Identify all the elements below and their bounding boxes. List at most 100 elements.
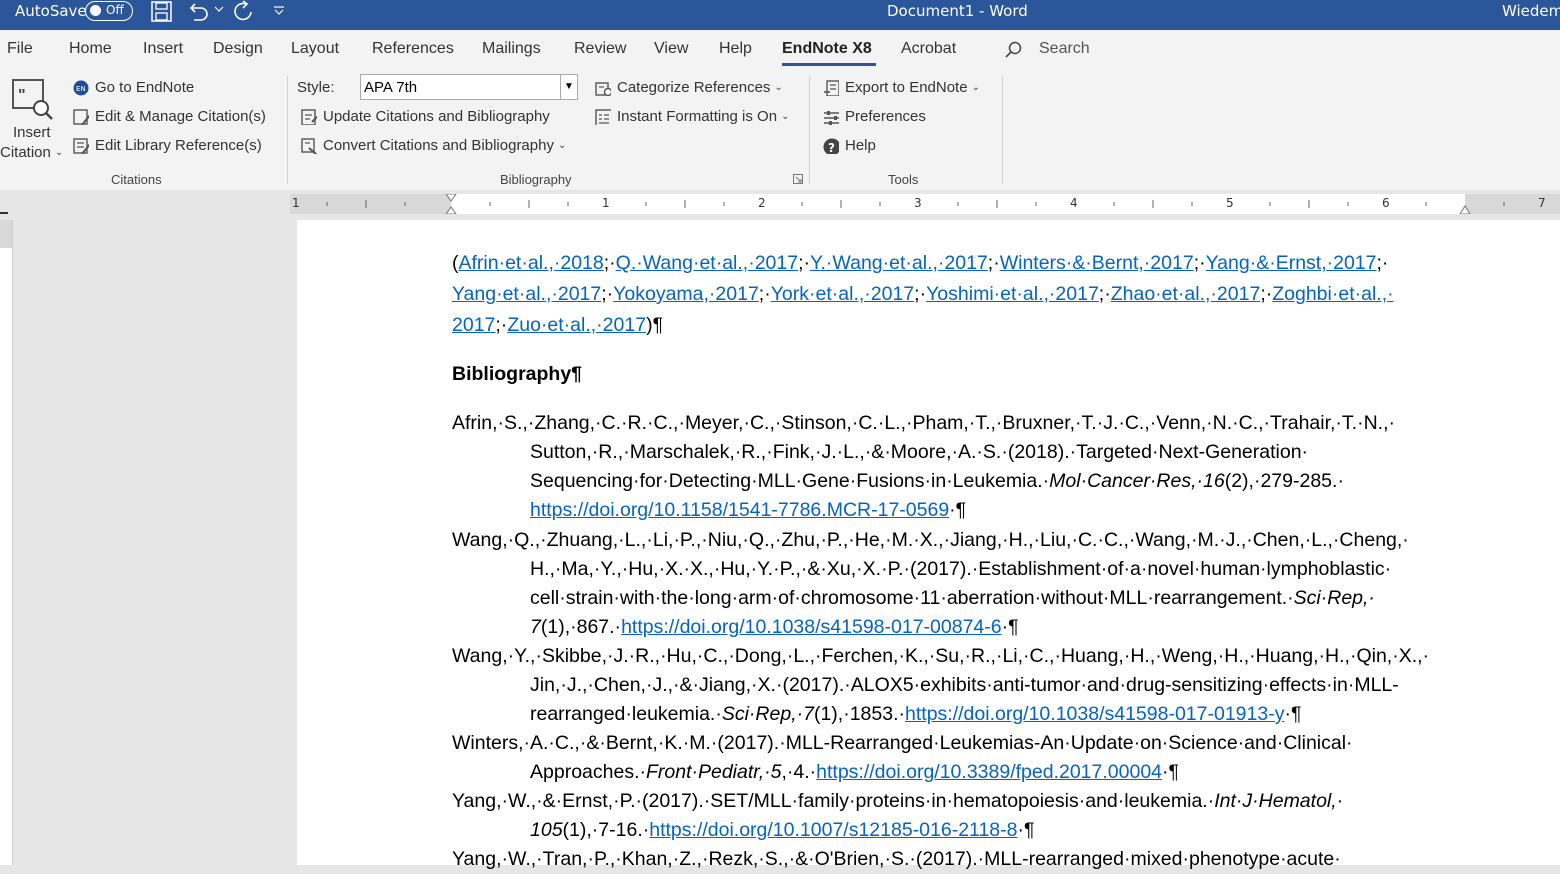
pilcrow: ¶ [1008,616,1019,638]
tab-acrobat[interactable]: Acrobat [901,40,956,58]
citation-link[interactable]: Winters·&·Bernt,·2017 [1000,252,1194,274]
reference-entry: Winters,·A.·C.,·&·Bernt,·K.·M.·(2017).·M… [452,729,1512,787]
convert-icon [301,137,317,154]
pilcrow: ¶ [1023,819,1035,841]
autosave-label: AutoSave [15,2,87,20]
group-divider [1002,76,1003,184]
citation-link[interactable]: Yokoyama,·2017 [613,283,759,305]
citation-separator: ;· [758,283,771,305]
convert-citations-button[interactable]: Convert Citations and Bibliography ⌄ [301,137,566,154]
instant-formatting-label: Instant Formatting is On [617,108,778,125]
undo-dropdown-icon[interactable] [214,4,224,14]
style-select[interactable]: APA 7th ▼ [360,74,578,100]
reference-line: Sutton,·R.,·Marschalek,·R.,·Fink,·J.·L.,… [530,441,1309,463]
ruler-number: 6 [1382,196,1390,210]
doi-link[interactable]: https://doi.org/10.1158/1541-7786.MCR-17… [530,499,949,521]
vertical-ruler[interactable] [0,220,13,865]
tab-design[interactable]: Design [213,40,263,58]
citation-separator: ;· [495,314,508,336]
export-to-endnote-label: Export to EndNote [845,79,968,96]
help-button[interactable]: ? Help [823,137,876,154]
citation-link[interactable]: Yang·&·Ernst,·2017 [1206,252,1377,274]
ruler-number: 1 [292,196,300,210]
user-name[interactable]: Wiedem [1502,2,1560,20]
undo-icon[interactable] [186,0,212,24]
ruler-bar: 1 1 2 3 4 5 6 7 [0,190,1560,220]
document-title: Document1 - Word [887,2,1028,20]
citation-line-3: 2017;·Zuo·et·al.,·2017)¶ [452,314,664,336]
tab-home[interactable]: Home [69,40,112,58]
citation-link[interactable]: Yang·et·al.,·2017 [452,283,601,305]
insert-citation-icon: " [12,79,53,120]
citation-link[interactable]: 2017 [452,314,495,336]
doi-link[interactable]: https://doi.org/10.1038/s41598-017-00874… [621,616,1002,638]
pilcrow: ¶ [955,499,967,521]
dialog-launcher-icon[interactable] [793,174,803,184]
citation-link[interactable]: Afrin·et·al.,·2018 [459,252,604,274]
chevron-down-icon[interactable]: ▼ [560,75,577,99]
reference-line: Wang,·Y.,·Skibbe,·J.·R.,·Hu,·C.,·Dong,·L… [452,645,1430,667]
journal-name: Sci·Rep,· [1293,587,1375,609]
tab-layout[interactable]: Layout [291,40,339,58]
categorize-references-button[interactable]: Categorize References ⌄ [595,79,783,96]
tab-review[interactable]: Review [574,40,626,58]
edit-library-references-button[interactable]: Edit Library Reference(s) [73,137,262,154]
horizontal-ruler[interactable]: 1 1 2 3 4 5 6 7 [290,194,1560,214]
tab-insert[interactable]: Insert [143,40,183,58]
update-citations-button[interactable]: Update Citations and Bibliography [301,108,550,125]
tab-mailings[interactable]: Mailings [482,40,541,58]
reference-entry: Afrin,·S.,·Zhang,·C.·R.·C.,·Meyer,·C.,·S… [452,409,1512,525]
bibliography-heading: Bibliography¶ [452,363,583,385]
citation-separator: ;· [914,283,927,305]
citation-link[interactable]: Zoghbi·et·al.,· [1272,283,1393,305]
journal-name: Mol·Cancer·Res,·16 [1049,470,1225,492]
journal-name: Front·Pediatr,·5 [645,761,782,783]
citation-line-2: Yang·et·al.,·2017;·Yokoyama,·2017;·York·… [452,283,1394,306]
citation-link[interactable]: York·et·al.,·2017 [771,283,914,305]
citation-separator: ;· [601,283,614,305]
citation-link[interactable]: Yoshimi·et·al.,·2017 [926,283,1099,305]
reference-line: Winters,·A.·C.,·&·Bernt,·K.·M.·(2017).·M… [452,732,1353,754]
autosave-toggle[interactable]: Off [85,1,133,21]
convert-citations-label: Convert Citations and Bibliography [323,137,554,154]
citation-separator: ;· [987,252,1000,274]
insert-citation-button[interactable]: " Insert Citation ⌄ [0,74,66,161]
reference-text: (1),·7-16.· [562,819,650,841]
citation-separator: ;· [1376,252,1389,274]
doi-link[interactable]: https://doi.org/10.3389/fped.2017.00004 [816,761,1162,783]
tab-view[interactable]: View [654,40,688,58]
go-to-endnote-button[interactable]: EN Go to EndNote [73,79,194,96]
title-bar: AutoSave Off Document1 - Word Wiedem [0,0,1560,30]
doi-link[interactable]: https://doi.org/10.1007/s12185-016-2118-… [649,819,1017,841]
tab-endnote[interactable]: EndNote X8 [782,40,872,58]
citation-link[interactable]: Y.·Wang·et·al.,·2017 [810,252,988,274]
preferences-button[interactable]: Preferences [823,108,926,125]
instant-formatting-button[interactable]: Instant Formatting is On ⌄ [595,108,789,125]
reference-text: (2),·279-285.· [1224,470,1344,492]
document-page[interactable]: (Afrin·et·al.,·2018;·Q.·Wang·et·al.,·201… [297,220,1560,870]
journal-name: Int·J·Hematol,· [1214,790,1344,812]
edit-manage-citations-button[interactable]: Edit & Manage Citation(s) [73,108,266,125]
search-icon[interactable] [1005,41,1023,59]
reference-line: Sequencing·for·Detecting·MLL·Gene·Fusion… [452,467,1512,496]
search-box[interactable]: Search [1039,40,1090,58]
tab-file[interactable]: File [7,40,33,58]
export-to-endnote-button[interactable]: Export to EndNote ⌄ [823,79,980,96]
chevron-down-icon: ⌄ [54,147,64,158]
citation-link[interactable]: Zhao·et·al.,·2017 [1111,283,1261,305]
doi-link[interactable]: https://doi.org/10.1038/s41598-017-01913… [905,703,1284,725]
reference-entry: Wang,·Y.,·Skibbe,·J.·R.,·Hu,·C.,·Dong,·L… [452,642,1512,729]
tab-help[interactable]: Help [719,40,752,58]
tab-selector[interactable] [0,198,8,214]
redo-icon[interactable] [232,0,258,24]
tab-references[interactable]: References [372,40,454,58]
reference-line: Approaches.·Front·Pediatr,·5,·4.·https:/… [530,761,1179,783]
ruler-number: 7 [1538,196,1546,210]
svg-text:": " [18,87,26,104]
save-icon[interactable] [150,0,174,24]
bibliography-group-label: Bibliography [500,172,572,187]
customize-qat-icon[interactable] [272,4,286,18]
help-icon: ? [823,138,839,154]
citation-link[interactable]: Q.·Wang·et·al.,·2017 [616,252,798,274]
citation-link[interactable]: Zuo·et·al.,·2017 [507,314,646,336]
